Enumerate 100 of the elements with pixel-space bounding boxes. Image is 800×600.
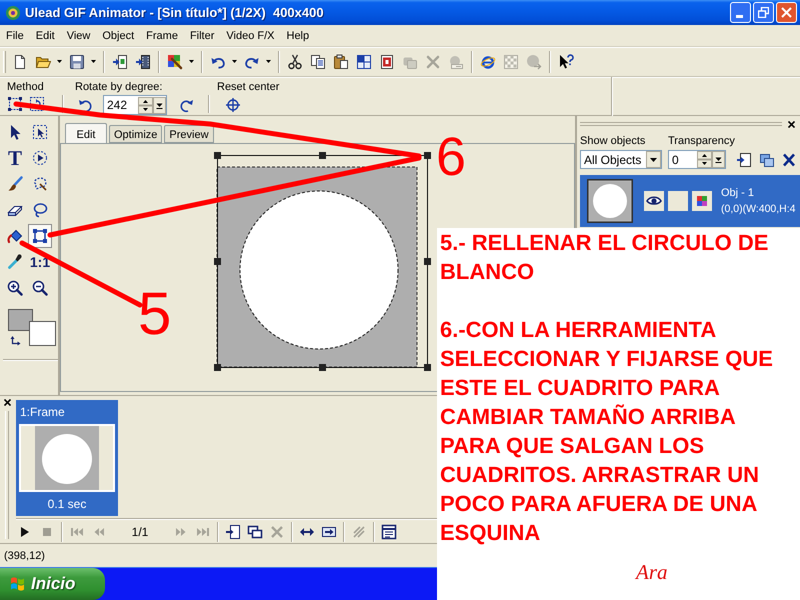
menu-item[interactable]: Object — [96, 28, 140, 42]
zoom-out-icon — [32, 280, 48, 296]
actual-size-button[interactable]: 1:1 — [28, 250, 52, 274]
eyedropper-icon — [7, 254, 23, 270]
document-tab[interactable]: Optimize — [109, 125, 162, 143]
picture-file-icon[interactable] — [378, 54, 394, 70]
signature: Ara — [636, 560, 668, 584]
background-color-swatch[interactable] — [29, 321, 56, 346]
menu-item[interactable]: Help — [280, 28, 316, 42]
crosshair-icon[interactable] — [225, 97, 241, 113]
caret-icon[interactable] — [232, 60, 237, 63]
annotation-text: 6.-CON LA HERRAMIENTA SELECCIONAR Y FIJARSE QUE ESTE EL CUADRITO PARA CAMBIAR TAMAÑO ARRIBA PARA QUE SALGAN LOS CUADRITOS. ARRASTRAR UN POCO PARA AFUERA DE UNA ESQUINA — [440, 316, 774, 547]
dashed-select-icon — [32, 124, 48, 140]
help-cursor-icon[interactable] — [558, 54, 574, 70]
frame-counter: 1/1 — [130, 524, 150, 538]
swap-arrows-icon[interactable] — [10, 335, 21, 346]
menu-item[interactable]: Filter — [184, 28, 220, 42]
start-button[interactable]: Inicio — [0, 568, 105, 600]
delete-icon[interactable] — [781, 152, 797, 168]
object-row[interactable]: Obj - 1 (0,0)(W:400,H:4 — [580, 175, 800, 227]
transparency-spin-field[interactable]: 0 — [668, 150, 726, 169]
duplicate-icon[interactable] — [759, 152, 775, 168]
dashed-corners-icon[interactable] — [7, 96, 23, 112]
annotation-text: 5.- RELLENAR EL CIRCULO DE BLANCO — [440, 229, 770, 286]
status-text: (398,12) — [4, 548, 45, 562]
empty-tile-icon[interactable] — [668, 191, 688, 211]
flag-icon — [10, 576, 25, 592]
eye-icon[interactable] — [644, 191, 664, 211]
caret-icon[interactable] — [57, 60, 62, 63]
import-image-icon[interactable] — [112, 54, 128, 70]
menu-item[interactable]: Edit — [30, 28, 61, 42]
object-thumbnail — [587, 179, 633, 223]
paint-bucket-icon — [7, 228, 23, 244]
dashed-rotate-icon[interactable] — [29, 96, 45, 112]
spinner-arrows-icon[interactable] — [138, 96, 153, 114]
frame-label: 1:Frame — [19, 404, 65, 421]
reset-center-label: Reset center — [217, 80, 280, 94]
page-arrow-icon[interactable] — [736, 152, 752, 168]
lasso-icon — [32, 202, 48, 218]
document-tab[interactable]: Edit — [65, 123, 107, 143]
window-title: Ulead GIF Animator - [Sin título*] (1/2X) 400x400 — [25, 6, 324, 20]
disc-icon — [5, 4, 21, 20]
menu-item[interactable]: Frame — [140, 28, 184, 42]
object-name: Obj - 1 — [721, 186, 756, 200]
paintbrush-icon — [7, 176, 23, 192]
show-objects-dropdown[interactable]: All Objects — [580, 150, 662, 169]
spinner-arrows-icon[interactable] — [697, 151, 712, 168]
copy-icon[interactable] — [310, 54, 326, 70]
import-film-icon[interactable] — [134, 54, 150, 70]
resize-handle[interactable] — [319, 152, 326, 159]
zoom-in-icon — [7, 280, 23, 296]
rotate-label: Rotate by degree: — [75, 80, 164, 94]
scissors-icon[interactable] — [286, 54, 302, 70]
step-number: 5 — [138, 290, 172, 338]
resize-handle[interactable] — [214, 152, 221, 159]
rotate-left-icon[interactable] — [78, 97, 94, 113]
step-number: 6 — [436, 136, 466, 180]
frame-delay: 0.1 sec — [48, 497, 86, 511]
minimize-icon — [736, 15, 743, 18]
menu-item[interactable]: View — [60, 28, 96, 42]
dashed-circle-play-icon — [32, 150, 48, 166]
add-page-icon[interactable] — [225, 524, 241, 540]
caret-icon[interactable] — [189, 60, 194, 63]
menu-item[interactable]: Video F/X — [220, 28, 280, 42]
resize-handle[interactable] — [214, 364, 221, 371]
transparency-label: Transparency — [668, 134, 735, 148]
caret-icon[interactable] — [266, 60, 271, 63]
grid-square-icon[interactable] — [356, 54, 372, 70]
method-label: Method — [7, 80, 45, 94]
close-icon — [781, 7, 792, 18]
menu-item[interactable]: File — [0, 28, 30, 42]
close-icon[interactable] — [788, 120, 795, 128]
resize-handle[interactable] — [424, 258, 431, 265]
restore-button[interactable] — [753, 2, 774, 23]
show-objects-label: Show objects — [580, 134, 646, 148]
degree-spin-field[interactable]: 242 — [103, 95, 167, 115]
overlapping-frames-icon[interactable] — [247, 524, 263, 540]
frame-card[interactable]: 1:Frame 0.1 sec — [16, 400, 118, 516]
paste-icon[interactable] — [332, 54, 348, 70]
resize-handle[interactable] — [214, 258, 221, 265]
resize-handle[interactable] — [319, 364, 326, 371]
minimize-button[interactable] — [730, 2, 751, 23]
text-tool-button[interactable]: T — [3, 146, 27, 170]
close-icon[interactable] — [4, 399, 10, 406]
caret-icon[interactable] — [91, 60, 96, 63]
transform-handles-icon — [32, 228, 48, 244]
brush-on-colors-icon[interactable] — [166, 54, 182, 70]
restore-icon — [758, 7, 769, 18]
object-info: (0,0)(W:400,H:4 — [721, 202, 796, 216]
document-tab[interactable]: Preview — [164, 125, 214, 143]
resize-handle[interactable] — [424, 152, 431, 159]
rotate-right-icon[interactable] — [178, 97, 194, 113]
foreground-color-swatch[interactable] — [8, 309, 33, 331]
tool-button[interactable] — [28, 224, 52, 248]
color-square-icon[interactable] — [692, 191, 712, 211]
close-button[interactable] — [776, 2, 797, 23]
browser-icon[interactable] — [480, 54, 496, 70]
dashed-lasso-icon — [32, 176, 48, 192]
resize-handle[interactable] — [424, 364, 431, 371]
properties-sheet-icon[interactable] — [381, 524, 397, 540]
